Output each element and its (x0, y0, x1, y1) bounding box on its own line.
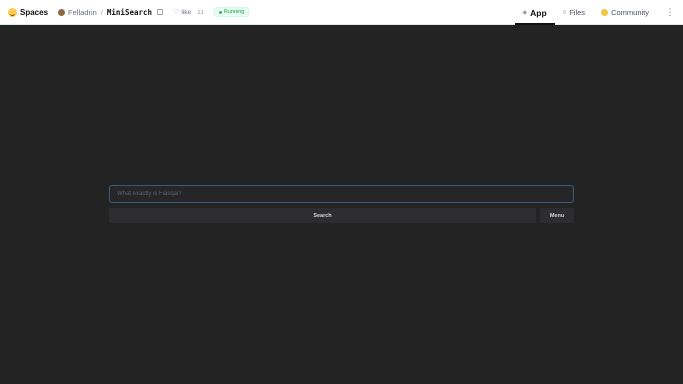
breadcrumb-separator: / (100, 7, 103, 17)
tab-app[interactable]: ◆ App (514, 0, 555, 25)
like-button[interactable]: ♡ like 11 (173, 8, 204, 17)
app-icon: ◆ (522, 10, 528, 16)
more-options-icon[interactable]: ⋮ (657, 0, 683, 25)
spaces-link[interactable]: Spaces (8, 7, 49, 17)
breadcrumb: Felladrin / MiniSearch (58, 7, 164, 17)
like-label: like (181, 8, 192, 16)
owner-link[interactable]: Felladrin (68, 8, 97, 17)
header-left: Spaces Felladrin / MiniSearch ♡ like 11 … (0, 0, 250, 25)
search-input[interactable] (109, 185, 574, 203)
tab-files[interactable]: ≡ Files (555, 0, 593, 25)
status-dot-icon (218, 10, 222, 14)
menu-button[interactable]: Menu (540, 208, 574, 223)
tab-app-label: App (530, 7, 547, 18)
repo-link[interactable]: MiniSearch (107, 8, 152, 17)
app-area: Search Menu (0, 25, 683, 384)
heart-icon: ♡ (173, 9, 180, 16)
files-icon: ≡ (562, 9, 567, 16)
status-label: Running (223, 9, 245, 15)
tab-files-label: Files (569, 8, 586, 17)
header-nav: ◆ App ≡ Files Community ⋮ (514, 0, 683, 25)
like-count: 11 (197, 8, 204, 16)
owner-avatar (58, 8, 66, 16)
top-bar: Spaces Felladrin / MiniSearch ♡ like 11 … (0, 0, 683, 25)
hugging-face-icon (8, 7, 17, 17)
tab-community[interactable]: Community (593, 0, 657, 25)
search-button[interactable]: Search (109, 208, 536, 223)
copy-icon[interactable] (157, 9, 164, 15)
brand-label: Spaces (20, 7, 49, 17)
status-badge: Running (213, 7, 250, 17)
community-icon (601, 9, 609, 16)
tab-community-label: Community (611, 8, 649, 17)
